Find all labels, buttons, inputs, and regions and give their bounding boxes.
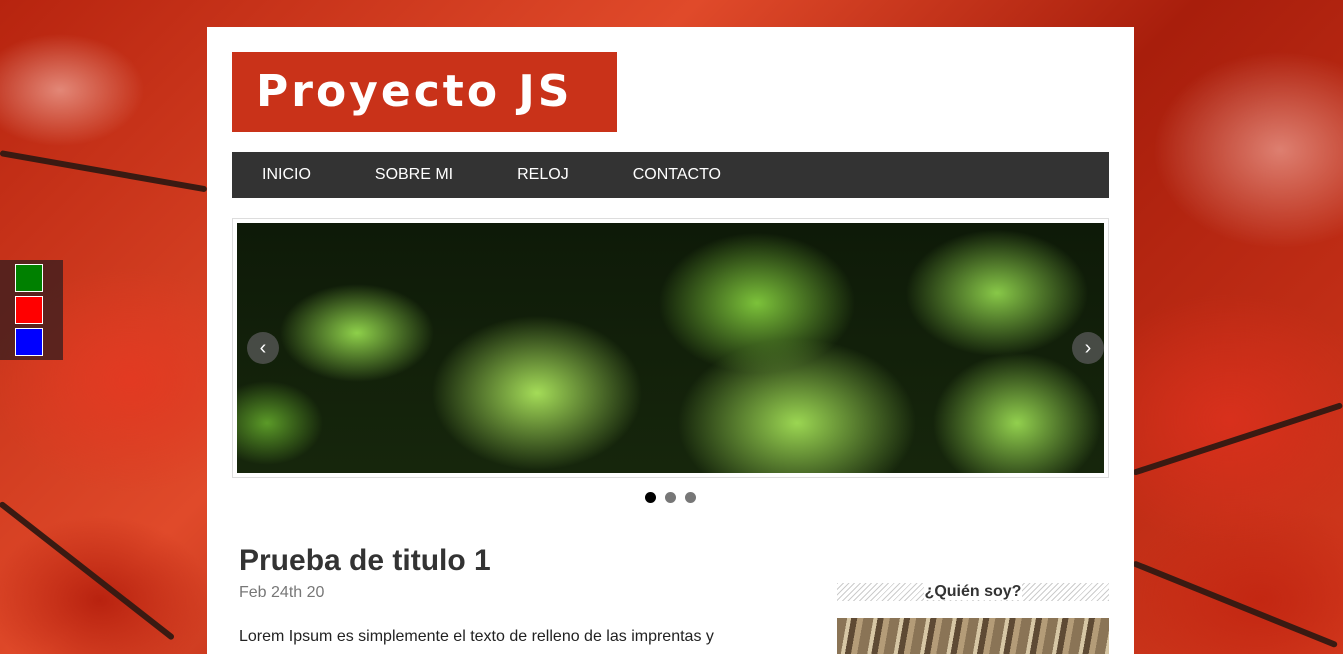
sidebar-widget-title: ¿Quién soy?	[837, 583, 1109, 601]
chevron-left-icon: ‹	[259, 337, 267, 359]
theme-swatch-blue[interactable]	[15, 328, 43, 356]
slider-next-button[interactable]: ›	[1072, 332, 1104, 364]
post-excerpt: Lorem Ipsum es simplemente el texto de r…	[239, 628, 714, 645]
image-slider: ‹ ›	[232, 218, 1109, 478]
nav-item-inicio[interactable]: INICIO	[232, 152, 341, 198]
nav-item-contacto[interactable]: CONTACTO	[603, 152, 751, 198]
chevron-right-icon: ›	[1084, 337, 1092, 359]
widget-title-text: ¿Quién soy?	[923, 583, 1023, 600]
nav-item-sobre-mi[interactable]: SOBRE MI	[345, 152, 483, 198]
sidebar-profile-image	[837, 618, 1109, 654]
site-logo[interactable]: Proyecto JS	[232, 52, 617, 132]
slide-image-leaves: ‹ ›	[237, 223, 1104, 473]
slider-dot[interactable]	[685, 492, 696, 503]
page-container: Proyecto JS INICIO SOBRE MI RELOJ CONTAC…	[207, 27, 1134, 654]
slider-pagination	[207, 492, 1134, 503]
background-branch	[0, 150, 208, 193]
background-branch	[1132, 402, 1343, 476]
slider-dot[interactable]	[645, 492, 656, 503]
theme-swatch-red[interactable]	[15, 296, 43, 324]
post-title[interactable]: Prueba de titulo 1	[239, 544, 491, 578]
post-date: Feb 24th 20	[239, 584, 325, 601]
background-branch	[1131, 560, 1339, 649]
background-branch	[0, 500, 176, 641]
slider-prev-button[interactable]: ‹	[247, 332, 279, 364]
theme-swatch-green[interactable]	[15, 264, 43, 292]
nav-item-reloj[interactable]: RELOJ	[487, 152, 599, 198]
main-nav: INICIO SOBRE MI RELOJ CONTACTO	[232, 152, 1109, 198]
slider-dot[interactable]	[665, 492, 676, 503]
theme-color-switcher	[0, 260, 63, 360]
